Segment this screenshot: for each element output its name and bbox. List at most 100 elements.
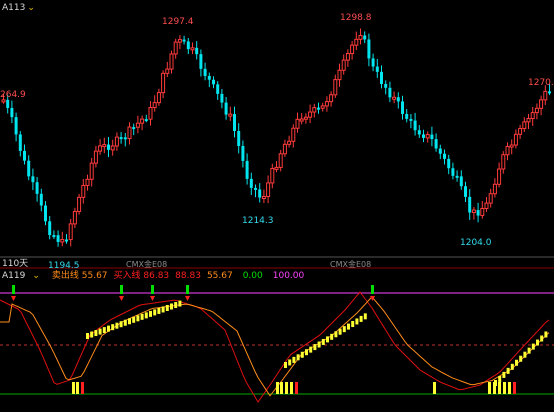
candle-body [85,178,90,186]
signal-bar [305,349,308,356]
signal-bar [317,341,321,348]
signal-bar [102,327,106,334]
candle-body [505,146,510,156]
candle-body [367,39,371,59]
price-label-low3: 1204.0 [460,238,492,248]
signal-bar [136,315,140,322]
bottom-signal-bar [81,382,84,394]
candle-body [186,41,190,50]
candle-body [39,193,43,206]
candle-body [10,107,14,118]
candle-body [409,118,413,121]
ind-value-sell: 卖出线 55.67 [51,271,108,281]
candle-body [228,113,233,117]
indicator-line [0,296,550,397]
signal-bar [161,306,165,313]
candle-body [451,168,455,176]
bottom-signal-bar [280,382,283,394]
signal-bar [330,333,334,340]
bottom-signal-bar [295,382,298,394]
candle-body [199,54,203,69]
candle-body [396,97,400,102]
signal-bar [165,304,169,311]
candle-body [233,114,236,131]
candle-body [65,239,68,242]
candle-body [375,66,379,72]
signal-bar [140,313,144,320]
signal-bar [86,333,89,339]
candle-body [173,41,178,55]
signal-bar [502,371,506,378]
signal-bar [506,367,510,374]
candle-body [254,187,257,190]
candle-body [363,35,367,40]
signal-bar [149,310,152,317]
signal-bar [296,354,300,361]
candle-body [258,189,262,198]
chevron-down-icon: ⌄ [27,3,35,13]
candle-body [77,196,82,212]
signal-bar [98,328,102,335]
candle-body [216,84,220,94]
candle-body [422,134,425,138]
candle-body [161,72,166,94]
candle-body [261,196,266,200]
price-label-low2: 1214.3 [242,216,274,226]
chevron-down-icon: ⌄ [32,271,40,281]
signal-bar [510,363,514,370]
signal-bar [338,328,342,335]
candle-body [455,175,459,178]
signal-bar [111,324,115,331]
price-label-left: 264.9 [0,90,26,100]
signal-bar [123,319,127,326]
candle-body [270,168,275,184]
chart-canvas: 264.9 1297.4 1298.8 1270. 1194.5 1214.3 … [0,13,554,403]
signal-bar [174,302,178,309]
signal-bar [94,330,98,337]
candle-body [152,102,157,109]
candle-body [425,134,430,139]
candle-body [443,153,446,159]
signal-bar [347,323,350,330]
candle-body [182,39,186,42]
signal-bar [292,356,296,363]
signal-bar [313,344,317,351]
signal-bar [157,307,161,314]
candle-body [312,107,317,113]
indicator-selector[interactable]: A119 ⌄ [2,271,46,282]
signal-bar [321,338,325,345]
arrow-down-icon [185,296,190,301]
ind-value-6: 100.00 [272,271,305,281]
candle-body [484,202,489,210]
ind-value-3: 88.83 [175,271,201,281]
candle-body [60,239,65,243]
symbol-selector[interactable]: A113 ⌄ [2,3,35,14]
candle-body [522,121,527,130]
candle-body [476,210,480,216]
candle-body [430,134,434,140]
candle-body [388,87,392,98]
price-label-right: 1270. [528,78,554,88]
bottom-signal-bar [276,382,279,394]
candle-body [249,178,253,188]
signal-bar [359,315,363,322]
candle-body [27,160,31,177]
candle-body [98,145,103,152]
candle-body [543,90,548,101]
candle-body [371,58,375,67]
signal-bar [309,346,313,353]
signal-bar [355,318,359,325]
bottom-signal-bar [433,382,436,394]
price-label-peak1: 1297.4 [162,17,194,27]
bottom-signal-bar [503,382,506,394]
candle-body [509,144,514,148]
bottom-signal-bar [513,382,516,394]
candle-body [110,145,115,151]
signal-bar [342,326,346,333]
candle-body [177,39,182,43]
indicator-series [0,285,550,403]
candle-body [380,71,383,85]
candle-body [354,38,359,46]
candle-body [530,112,535,119]
candle-body [48,221,52,236]
